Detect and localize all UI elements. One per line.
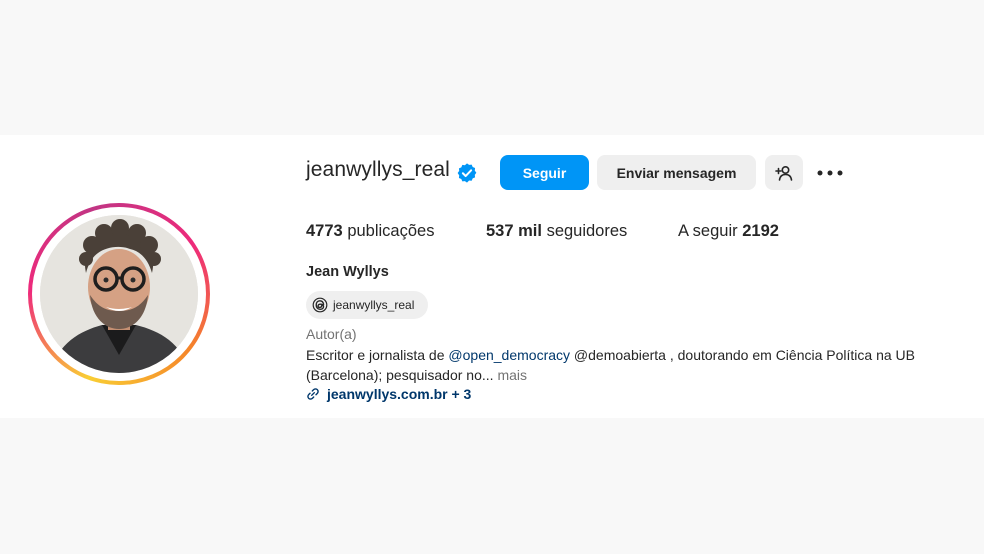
followers-stat[interactable]: 537 mil seguidores [486,222,627,241]
following-count: 2192 [742,222,779,240]
profile-username: jeanwyllys_real [306,158,450,181]
posts-count: 4773 [306,222,343,240]
followers-count: 537 mil [486,222,542,240]
profile-category: Autor(a) [306,326,357,342]
threads-icon [312,297,328,313]
profile-full-name: Jean Wyllys [306,264,389,280]
add-user-button[interactable] [765,155,803,190]
following-label: A seguir [678,222,738,240]
threads-handle: jeanwyllys_real [333,298,415,312]
posts-stat: 4773 publicações [306,222,434,241]
follow-button[interactable]: Seguir [500,155,589,190]
followers-label: seguidores [546,222,628,240]
avatar-photo [40,215,198,373]
more-options-button[interactable] [813,160,847,186]
following-stat[interactable]: A seguir 2192 [678,222,779,241]
posts-label: publicações [347,222,435,240]
send-message-button[interactable]: Enviar mensagem [597,155,756,190]
threads-badge[interactable]: jeanwyllys_real [306,291,428,319]
bio-text-1: Escritor e jornalista de [306,347,449,363]
bio-more-link[interactable]: mais [494,367,527,383]
person-add-icon [775,165,793,181]
link-icon [307,388,319,400]
story-ring[interactable] [28,203,210,385]
profile-bio: Escritor e jornalista de @open_democracy… [306,346,974,385]
profile-link[interactable]: jeanwyllys.com.br + 3 [306,386,471,402]
more-options-icon [817,170,843,176]
profile-link-text[interactable]: jeanwyllys.com.br + 3 [327,386,471,402]
profile-avatar[interactable] [40,215,198,373]
bio-mention-link[interactable]: @open_democracy [448,347,570,363]
verified-badge-icon [457,163,477,183]
